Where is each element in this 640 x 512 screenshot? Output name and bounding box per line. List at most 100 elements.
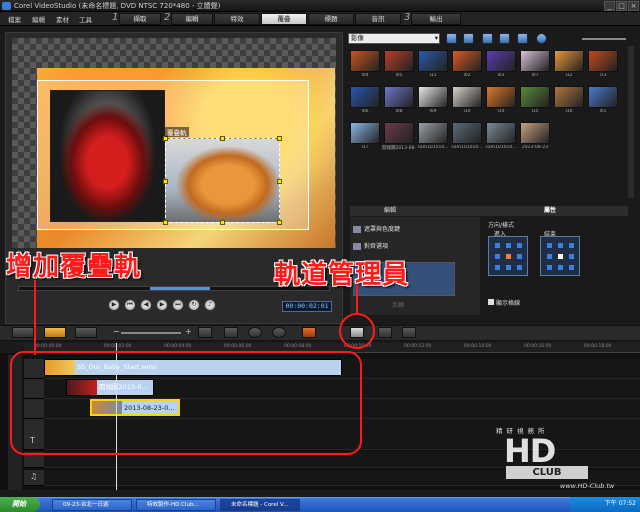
minimize-button[interactable]: _ <box>604 1 615 11</box>
taskbar-item-folder[interactable]: 09-23-台北一日遊 <box>52 499 132 511</box>
mask-chroma-option[interactable]: 遮罩與色度鍵 <box>353 224 400 233</box>
overlay-image-cat[interactable] <box>163 136 282 225</box>
audio-view-button[interactable] <box>75 327 97 338</box>
resize-handle[interactable] <box>163 220 168 225</box>
library-thumbnail-label: 開端圖2013-08- <box>382 146 416 151</box>
library-thumbnail[interactable] <box>384 86 414 108</box>
library-thumbnail[interactable] <box>554 50 584 72</box>
taskbar-item-videostudio[interactable]: 未命名標題 - Corel V... <box>220 499 300 511</box>
redo-icon[interactable] <box>272 327 286 338</box>
add-media-icon[interactable] <box>463 33 474 44</box>
library-thumbnail[interactable] <box>350 86 380 108</box>
tab-audio[interactable]: 音訊 <box>355 13 401 25</box>
align-option[interactable]: 對齊選項 <box>353 241 388 250</box>
fit-project-button[interactable] <box>198 327 212 338</box>
library-category-select[interactable]: 影像 ▾ <box>348 33 440 44</box>
ruler-label: 00:00:14:00 <box>464 344 492 349</box>
library-scrollbar[interactable] <box>628 46 634 198</box>
undo-icon[interactable] <box>248 327 262 338</box>
tab-overlay[interactable]: 覆疊 <box>261 13 307 25</box>
taskbar-item-browser[interactable]: 特效製作-HD.Club... <box>136 499 216 511</box>
library-thumbnail[interactable] <box>520 122 550 144</box>
view-icon[interactable] <box>499 33 510 44</box>
tab-options-edit[interactable]: 編輯 <box>350 206 430 216</box>
trim-range[interactable] <box>150 287 210 290</box>
auto-music-button[interactable] <box>402 327 416 338</box>
overlay-image-girl[interactable] <box>50 90 165 222</box>
exit-direction-grid[interactable] <box>540 236 580 276</box>
library-thumbnail[interactable] <box>452 122 482 144</box>
annotation-highlight-circle <box>339 313 375 349</box>
library-thumbnail[interactable] <box>486 122 516 144</box>
ruler-label: 00:00:04:00 <box>164 344 192 349</box>
show-grid-checkbox[interactable]: 顯示格線 <box>488 298 520 307</box>
library-thumbnail[interactable] <box>384 122 414 144</box>
resize-handle[interactable] <box>220 136 225 141</box>
tab-capture[interactable]: 擷取 <box>119 13 161 25</box>
library-thumbnail[interactable] <box>588 86 618 108</box>
thumbnail-size-slider[interactable] <box>582 38 626 40</box>
library-thumbnail[interactable] <box>418 122 448 144</box>
resize-handle[interactable] <box>277 136 282 141</box>
library-thumbnail[interactable] <box>452 86 482 108</box>
show-grid-label: 顯示格線 <box>496 300 521 307</box>
library-thumbnail[interactable] <box>384 50 414 72</box>
menu-edit[interactable]: 編輯 <box>32 14 45 24</box>
next-frame-icon[interactable]: ▶ <box>156 299 168 311</box>
folder-icon[interactable] <box>446 33 457 44</box>
insert-media-button[interactable] <box>224 327 238 338</box>
thumbnail-size-icon[interactable] <box>517 33 528 44</box>
menu-tools[interactable]: 工具 <box>79 14 92 24</box>
library-thumbnail-label: I12 <box>565 73 573 78</box>
annotation-track-manager: 軌道管理員 <box>274 260 410 290</box>
volume-icon[interactable]: ♪ <box>204 299 216 311</box>
overlay-track-label: 覆疊軌 <box>165 127 189 137</box>
menu-file[interactable]: 檔案 <box>8 14 21 24</box>
library-thumbnail[interactable] <box>486 86 516 108</box>
tab-title[interactable]: 標題 <box>308 13 354 25</box>
resize-handle[interactable] <box>163 179 168 184</box>
library-thumbnail[interactable] <box>452 50 482 72</box>
home-icon[interactable]: ⏮ <box>124 299 136 311</box>
library-thumbnail[interactable] <box>520 50 550 72</box>
tab-edit[interactable]: 編輯 <box>171 13 213 25</box>
maximize-button[interactable]: □ <box>616 1 627 11</box>
library-thumbnail[interactable] <box>554 86 584 108</box>
timeline-view-button[interactable] <box>44 327 66 338</box>
menu-clip[interactable]: 素材 <box>56 14 69 24</box>
tab-options-attribute[interactable]: 屬性 <box>510 206 590 216</box>
music-track-icon[interactable]: ♫ <box>24 470 44 486</box>
library-thumbnail-label: I14 <box>497 109 505 114</box>
zoom-in-icon[interactable]: + <box>185 327 192 336</box>
sort-icon[interactable] <box>482 33 493 44</box>
repeat-icon[interactable]: ↻ <box>188 299 200 311</box>
library-thumbnail[interactable] <box>588 50 618 72</box>
library-thumbnail[interactable] <box>350 50 380 72</box>
end-icon[interactable]: ⏭ <box>172 299 184 311</box>
ruler-label: 00:00:08:00 <box>284 344 312 349</box>
library-thumbnail[interactable] <box>350 122 380 144</box>
timecode-display[interactable]: 00:00:02:01 <box>282 301 332 312</box>
resize-handle[interactable] <box>220 220 225 225</box>
zoom-out-icon[interactable]: − <box>113 327 120 336</box>
zoom-slider[interactable] <box>121 332 181 334</box>
enter-direction-grid[interactable] <box>488 236 528 276</box>
close-button[interactable]: × <box>628 1 639 11</box>
library-thumbnail[interactable] <box>486 50 516 72</box>
library-thumbnail[interactable] <box>418 86 448 108</box>
play-icon[interactable]: ▶ <box>108 299 120 311</box>
library-thumbnail[interactable] <box>418 50 448 72</box>
library-thumbnail-label: I16 <box>565 109 573 114</box>
library-thumbnail[interactable] <box>520 86 550 108</box>
library-thumbnail-label: I17 <box>361 145 369 150</box>
tab-share[interactable]: 輸出 <box>411 13 461 25</box>
record-capture-button[interactable] <box>302 327 316 338</box>
resize-handle[interactable] <box>277 179 282 184</box>
tab-effect[interactable]: 特效 <box>214 13 260 25</box>
resize-handle[interactable] <box>277 220 282 225</box>
chapter-point-button[interactable] <box>378 327 392 338</box>
prev-frame-icon[interactable]: ◀ <box>140 299 152 311</box>
options-icon[interactable] <box>536 33 547 44</box>
start-button[interactable]: 開始 <box>0 497 40 512</box>
storyboard-view-button[interactable] <box>12 327 34 338</box>
